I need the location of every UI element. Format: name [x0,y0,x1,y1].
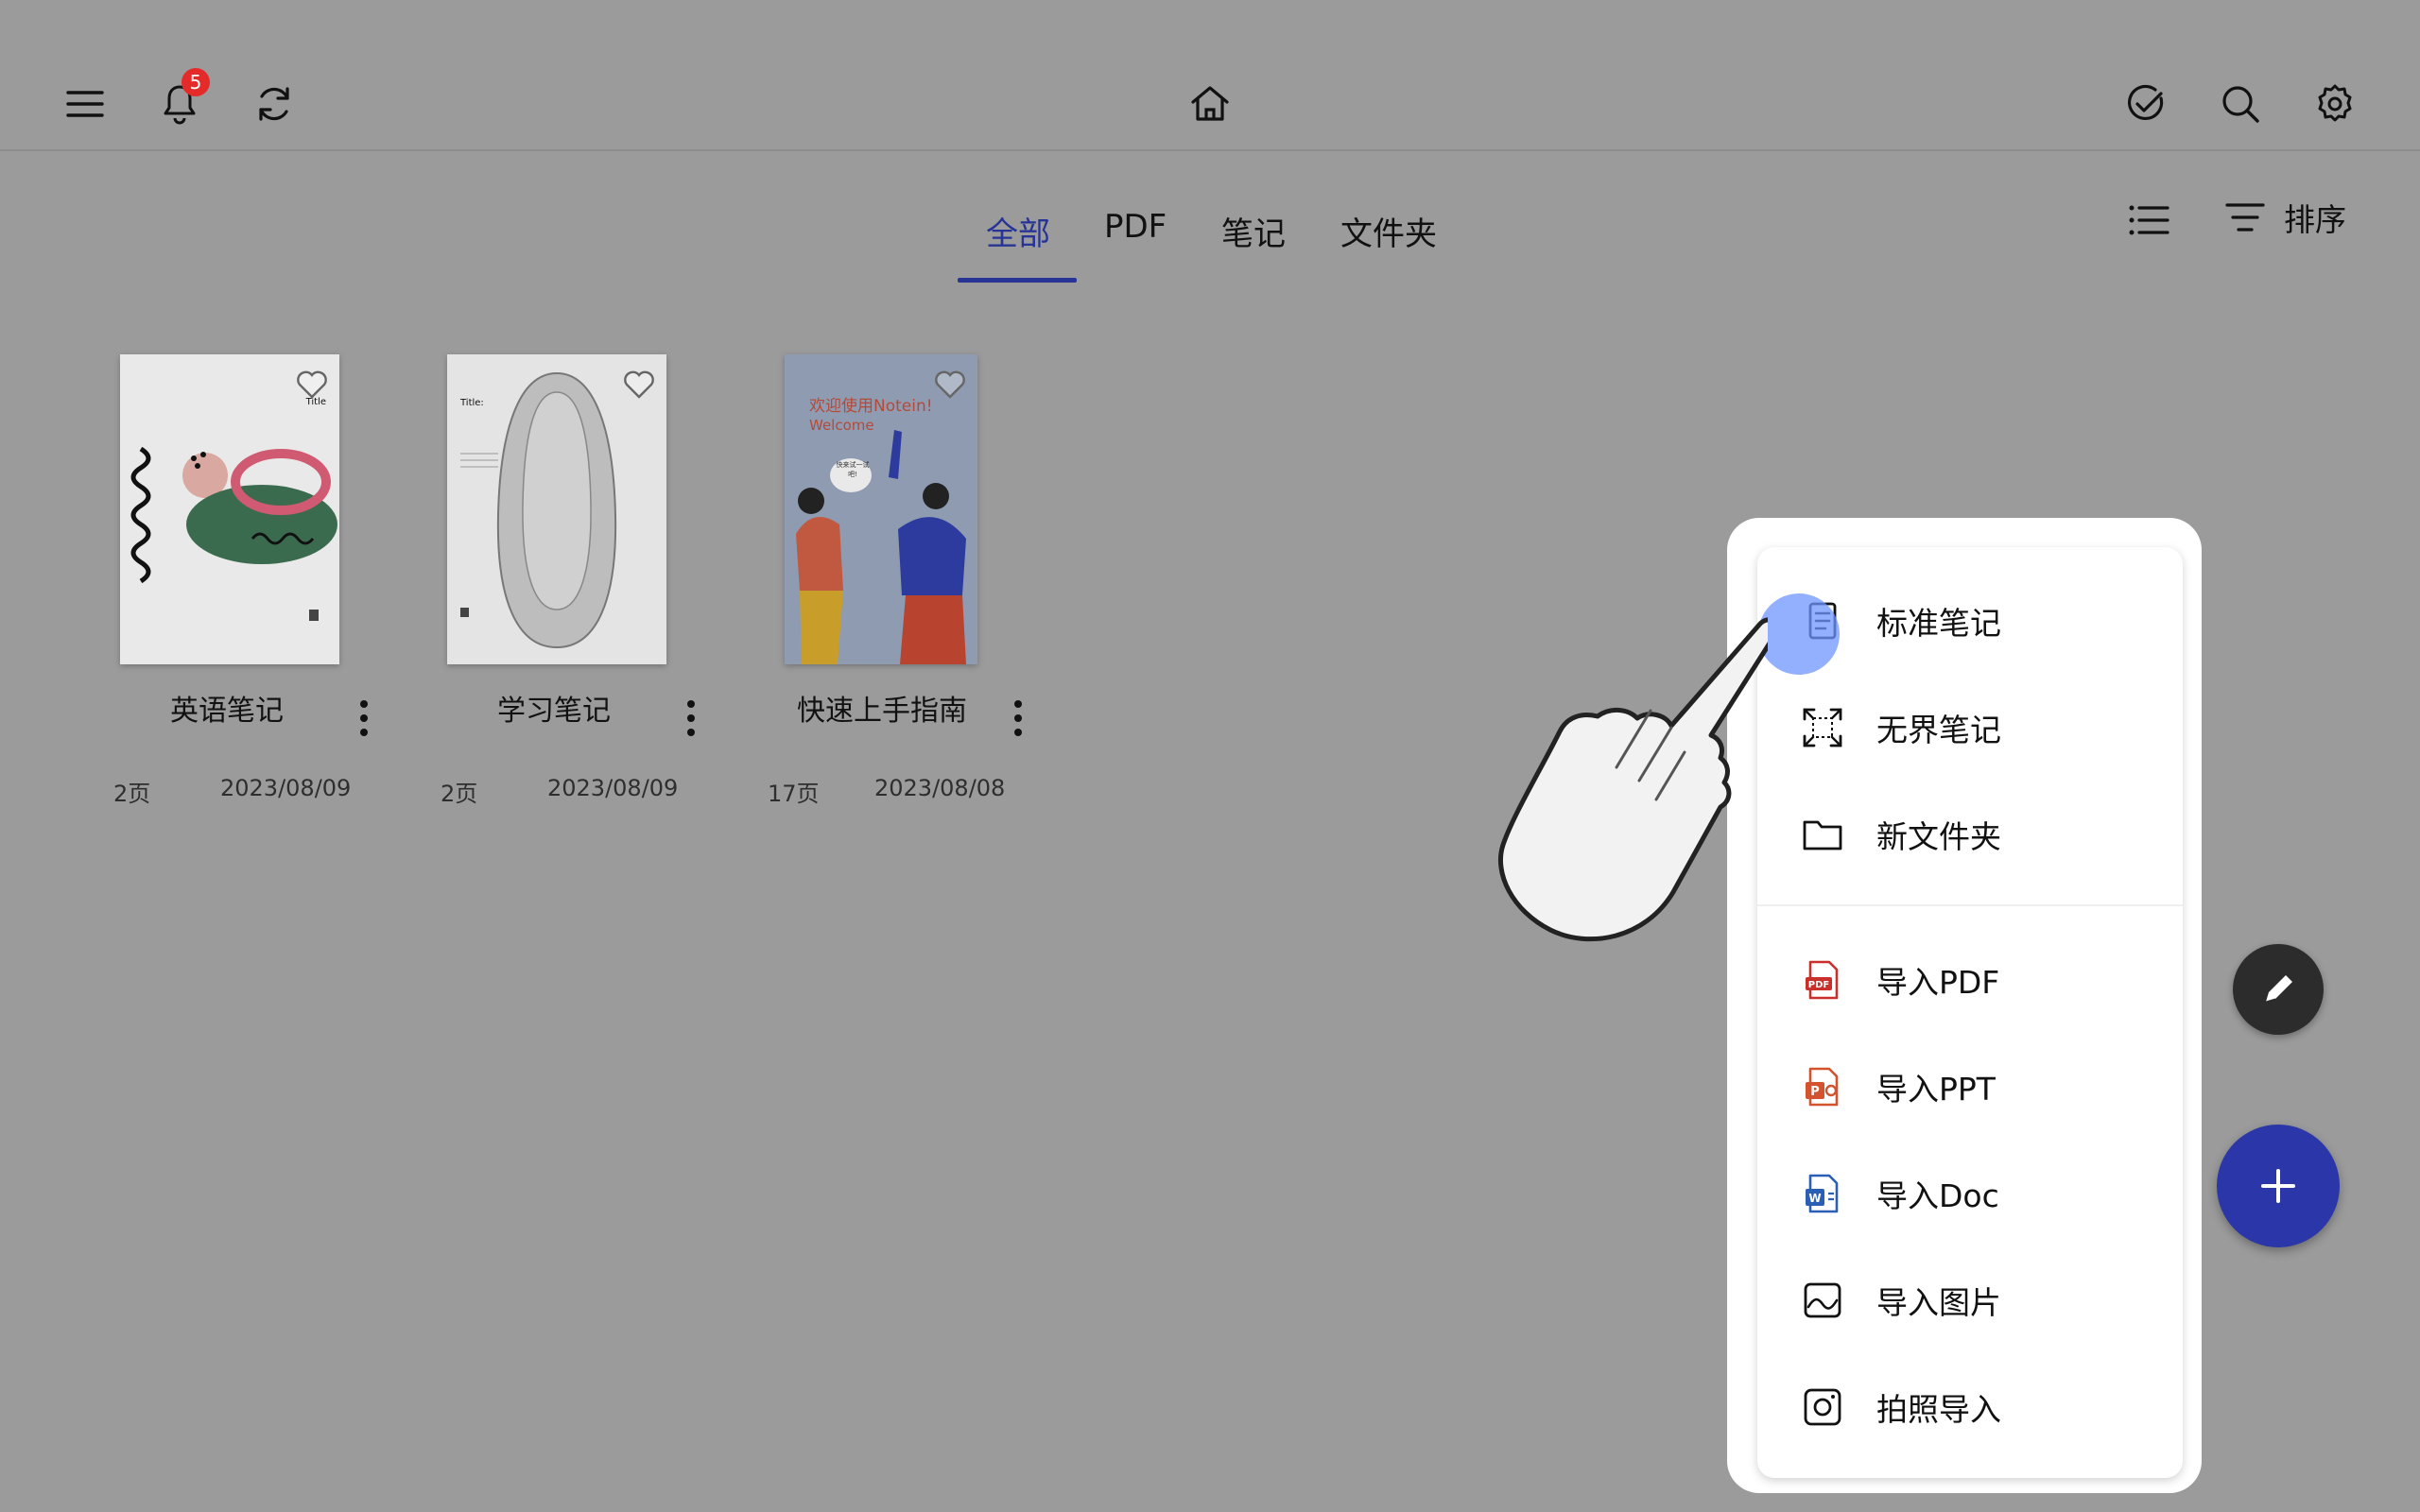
doc-icon: W [1806,1174,1839,1213]
favorite-heart-icon[interactable] [294,366,330,402]
sort-button[interactable]: 排序 [2223,195,2346,240]
ppt-badge-text: P [1810,1085,1820,1099]
home-icon [1191,86,1229,121]
hamburger-menu-icon [66,91,104,117]
menu-divider [1757,904,2183,906]
settings-button[interactable] [2297,66,2373,142]
menu-item-standard-note[interactable]: 标准笔记 [1801,583,2160,659]
cover-welcome-en: Welcome [809,417,874,434]
cover-speech-bubble: 快来试一试吧! [836,461,870,478]
document-page-count: 2页 [441,781,478,807]
menu-item-label: 导入图片 [1876,1284,2001,1321]
more-options-icon[interactable] [354,695,373,742]
menu-item-import-doc[interactable]: W 导入Doc [1801,1156,2160,1231]
pdf-badge-text: PDF [1808,980,1829,990]
document-cover[interactable]: Title [120,354,339,664]
cover-title-text: Title: [460,398,484,408]
sync-button[interactable] [236,66,312,142]
touch-indicator [1758,593,1840,675]
menu-item-import-pdf[interactable]: PDF 导入PDF [1801,942,2160,1018]
document-page-count: 2页 [113,781,151,807]
pencil-icon [2265,975,2292,1003]
ppt-icon: P [1806,1067,1839,1107]
document-page-count: 17页 [768,781,820,807]
favorite-heart-icon[interactable] [932,366,968,402]
favorite-heart-icon[interactable] [621,366,657,402]
document-title: 快速上手指南 [797,695,967,728]
menu-item-label: 导入PPT [1876,1071,1996,1108]
document-cover[interactable]: 欢迎使用Notein! Welcome 快来试一试吧! [785,354,977,664]
infinite-canvas-icon [1803,708,1842,747]
menu-item-new-folder[interactable]: 新文件夹 [1801,797,2160,872]
folder-icon [1803,820,1842,850]
notifications-button[interactable]: 5 [142,66,217,142]
menu-item-label: 无界笔记 [1876,712,2001,748]
image-icon [1804,1282,1841,1318]
document-date: 2023/08/08 [874,775,1006,801]
tab-notes[interactable]: 笔记 [1221,208,1286,254]
pdf-icon: PDF [1806,960,1839,1000]
home-button[interactable] [1172,66,1248,142]
notification-badge: 5 [182,68,210,96]
menu-item-import-ppt[interactable]: P 导入PPT [1801,1049,2160,1125]
cover-welcome-text: 欢迎使用Notein! [809,397,933,416]
menu-item-import-image[interactable]: 导入图片 [1801,1263,2160,1338]
pointing-hand-icon [1497,617,1768,942]
sort-label: 排序 [2284,201,2346,238]
menu-item-camera-import[interactable]: 拍照导入 [1801,1369,2160,1445]
list-view-button[interactable] [2127,198,2170,246]
doc-badge-text: W [1808,1192,1821,1205]
top-app-bar: 5 [0,0,2420,151]
document-cover[interactable]: Title: [447,354,666,664]
camera-icon [1804,1388,1841,1426]
document-date: 2023/08/09 [220,775,352,801]
check-circle-icon [2127,84,2164,121]
document-date: 2023/08/09 [547,775,679,801]
sort-icon [2225,203,2265,232]
add-fab-button[interactable] [2217,1125,2340,1247]
tab-all[interactable]: 全部 [986,208,1050,254]
document-title: 英语笔记 [170,695,284,728]
more-options-icon[interactable] [682,695,700,742]
menu-item-label: 导入PDF [1876,964,2000,1001]
edit-fab-button[interactable] [2233,944,2324,1035]
tab-pdf[interactable]: PDF [1104,208,1167,246]
more-options-icon[interactable] [1009,695,1028,742]
menu-item-infinite-note[interactable]: 无界笔记 [1801,690,2160,765]
list-view-icon [2129,205,2169,235]
search-icon [2222,86,2259,123]
menu-item-label: 标准笔记 [1876,605,2001,642]
menu-item-label: 拍照导入 [1876,1391,2001,1428]
menu-item-label: 导入Doc [1876,1177,1999,1214]
sync-icon [259,87,289,121]
tab-folders[interactable]: 文件夹 [1340,208,1437,254]
search-button[interactable] [2203,66,2278,142]
menu-button[interactable] [47,66,123,142]
select-button[interactable] [2108,66,2184,142]
menu-item-label: 新文件夹 [1876,818,2001,855]
document-title: 学习笔记 [497,695,611,728]
gear-icon [2318,84,2352,122]
plus-icon [2261,1169,2295,1203]
tab-indicator [958,278,1077,283]
